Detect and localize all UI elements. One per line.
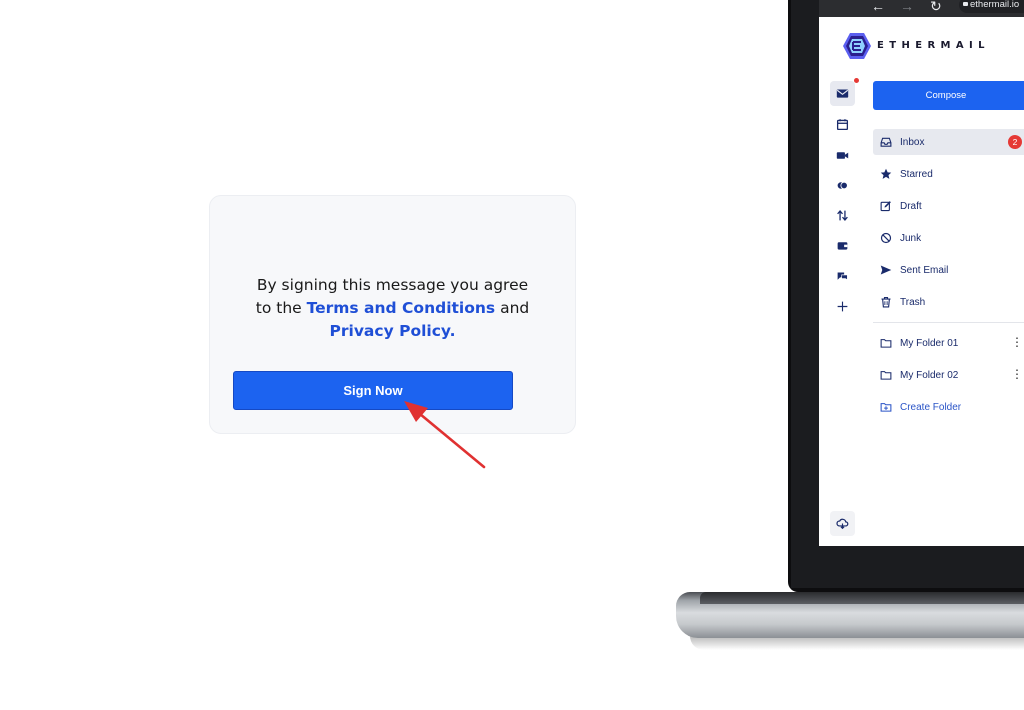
rail-cloud-button[interactable] <box>830 511 855 536</box>
terms-link[interactable]: Terms and Conditions <box>307 299 496 317</box>
folder-icon <box>880 371 892 380</box>
rail-swap-button[interactable] <box>830 203 855 228</box>
rail-add-button[interactable] <box>830 294 855 319</box>
laptop-hinge <box>700 592 1024 604</box>
rail-video-button[interactable] <box>830 143 855 168</box>
folder-sent[interactable]: Sent Email <box>873 257 1024 283</box>
agreement-suffix: and <box>495 299 530 317</box>
coins-icon <box>837 181 848 190</box>
back-arrow-icon[interactable]: ← <box>871 0 885 14</box>
block-icon <box>880 232 892 244</box>
notification-dot <box>854 78 859 83</box>
folder-label: Inbox <box>900 136 925 148</box>
folder-label: Trash <box>900 296 926 308</box>
folder-label: My Folder 02 <box>900 369 959 381</box>
folder-label: My Folder 01 <box>900 337 959 349</box>
mail-icon <box>836 89 849 98</box>
folder-draft[interactable]: Draft <box>873 193 1024 219</box>
cloud-icon <box>836 518 849 530</box>
rail-calendar-button[interactable] <box>830 112 855 137</box>
trash-icon <box>881 296 891 308</box>
folder-label: Starred <box>900 168 933 180</box>
sign-now-button[interactable]: Sign Now <box>233 371 513 410</box>
agreement-line-1: By signing this message you agree <box>256 276 529 294</box>
rail-tokens-button[interactable] <box>830 173 855 198</box>
folder-my-folder-01[interactable]: My Folder 01 ⋮ <box>873 330 1024 356</box>
folder-divider <box>873 322 1024 323</box>
signature-card: By signing this message you agree to the… <box>209 195 576 434</box>
rail-mail-button[interactable] <box>830 81 855 106</box>
folder-trash[interactable]: Trash <box>873 289 1024 315</box>
brand-name: ETHERMAIL <box>877 40 990 51</box>
more-options-icon[interactable]: ⋮ <box>1011 367 1023 381</box>
forward-arrow-icon[interactable]: → <box>900 0 914 14</box>
address-bar-url: ethermail.io <box>970 0 1020 10</box>
more-options-icon[interactable]: ⋮ <box>1011 335 1023 349</box>
laptop-screen: ← → ↻ ethermail.io ETHERMAIL Compose Inb… <box>819 0 1024 546</box>
compose-button[interactable]: Compose <box>873 81 1024 110</box>
agreement-prefix: to the <box>255 299 307 317</box>
edit-icon <box>880 201 891 212</box>
folder-junk[interactable]: Junk <box>873 225 1024 251</box>
wallet-icon <box>837 242 848 250</box>
create-folder-button[interactable]: Create Folder <box>873 394 1024 420</box>
folder-label: Sent Email <box>900 264 949 276</box>
address-bar[interactable]: ethermail.io <box>959 0 1024 13</box>
create-folder-label: Create Folder <box>900 401 962 413</box>
folder-inbox[interactable]: Inbox 2 <box>873 129 1024 155</box>
folder-icon <box>880 339 892 348</box>
privacy-link[interactable]: Privacy Policy. <box>330 322 456 340</box>
browser-toolbar: ← → ↻ ethermail.io <box>819 0 1024 17</box>
rail-chat-button[interactable] <box>830 264 855 289</box>
star-icon <box>880 168 892 179</box>
folder-plus-icon <box>880 403 892 412</box>
folder-my-folder-02[interactable]: My Folder 02 ⋮ <box>873 362 1024 388</box>
swap-arrows-icon <box>837 210 848 221</box>
folder-label: Draft <box>900 200 922 212</box>
calendar-icon <box>836 119 849 131</box>
ethermail-logo-icon[interactable] <box>842 32 872 60</box>
unread-count-badge: 2 <box>1008 135 1022 149</box>
rail-wallet-button[interactable] <box>830 233 855 258</box>
video-icon <box>836 152 849 159</box>
laptop-shadow <box>690 636 1024 650</box>
folder-starred[interactable]: Starred <box>873 161 1024 187</box>
folder-label: Junk <box>900 232 922 244</box>
send-icon <box>880 265 892 275</box>
inbox-icon <box>880 137 892 147</box>
lock-icon <box>963 2 968 6</box>
reload-icon[interactable]: ↻ <box>930 0 942 14</box>
plus-icon <box>837 301 848 312</box>
agreement-text: By signing this message you agree to the… <box>210 274 575 343</box>
chat-bubbles-icon <box>837 272 848 281</box>
